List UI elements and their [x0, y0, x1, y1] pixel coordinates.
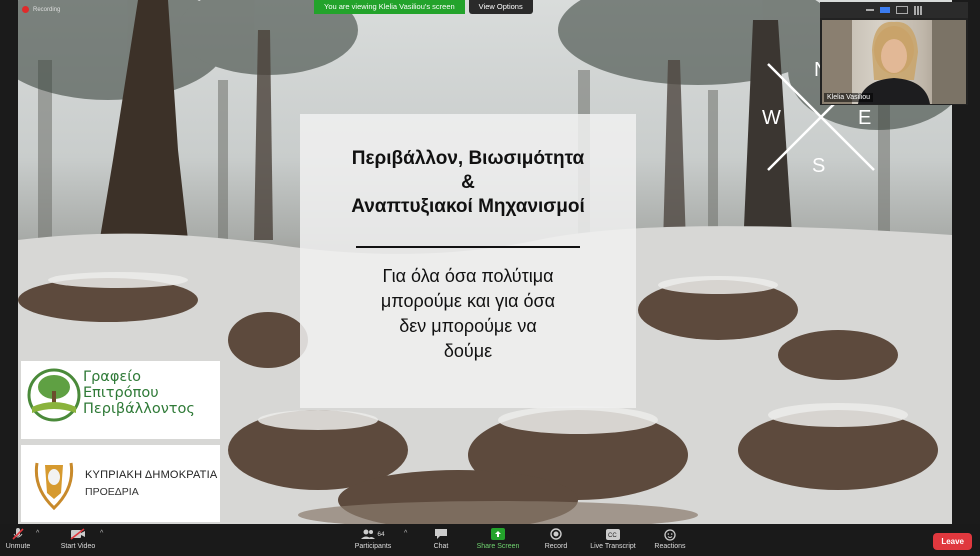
live-transcript-label: Live Transcript	[590, 543, 636, 550]
record-button[interactable]: Record	[526, 527, 586, 550]
gallery-view-icon[interactable]	[913, 5, 923, 15]
divider	[356, 246, 580, 248]
logo1-line: Περιβάλλοντος	[83, 401, 195, 417]
leave-button[interactable]: Leave	[933, 533, 972, 550]
video-thumbnail-controls	[820, 2, 968, 18]
video-options-chevron-icon[interactable]: ^	[100, 530, 103, 537]
environment-commissioner-logo: Γραφείο Επιτρόπου Περιβάλλοντος	[21, 361, 220, 439]
slide-title-line: &	[461, 172, 475, 193]
viewing-screen-message: You are viewing Klelia Vasiliou's screen	[314, 0, 465, 14]
recording-indicator: Recording	[22, 6, 60, 13]
camera-feed	[822, 20, 966, 104]
slide-title-line: Περιβάλλον, Βιωσιμότητα	[351, 148, 585, 169]
slide-title: Περιβάλλον, Βιωσιμότητα & Αναπτυξιακοί Μ…	[300, 147, 636, 219]
cyprus-presidency-logo: ΚΥΠΡΙΑΚΗ ΔΗΜΟΚΡΑΤΙΑ ΠΡΟΕΔΡΙΑ	[21, 445, 220, 522]
logo1-line: Γραφείο	[83, 369, 142, 385]
screen-share-banner: You are viewing Klelia Vasiliou's screen…	[314, 0, 533, 14]
muted-microphone-icon	[10, 527, 26, 541]
tree-emblem-icon	[27, 368, 81, 422]
view-options-button[interactable]: View Options	[468, 0, 533, 14]
participant-video-thumbnail[interactable]: Klelia Vasiliou	[820, 2, 968, 105]
participants-options-chevron-icon[interactable]: ^	[404, 530, 407, 537]
participants-button[interactable]: 64 Participants	[343, 527, 403, 550]
start-video-label: Start Video	[60, 543, 96, 550]
share-screen-button[interactable]: Share Screen	[468, 527, 528, 550]
minimize-icon[interactable]	[865, 9, 874, 11]
logo2-line1: ΚΥΠΡΙΑΚΗ ΔΗΜΟΚΡΑΤΙΑ	[85, 469, 218, 481]
share-screen-label: Share Screen	[476, 543, 520, 550]
cyprus-coat-of-arms-icon	[34, 462, 74, 511]
reactions-button[interactable]: Reactions	[640, 527, 700, 550]
unmute-button[interactable]: Unmute	[0, 527, 48, 550]
recording-label: Recording	[33, 6, 61, 13]
speaker-view-icon[interactable]	[879, 7, 890, 13]
participants-label: Participants	[354, 543, 392, 550]
slide-text-card: Περιβάλλον, Βιωσιμότητα & Αναπτυξιακοί Μ…	[300, 114, 636, 408]
slide-subtitle: Για όλα όσα πολύτιμα μπορούμε και για όσ…	[300, 264, 636, 364]
record-dot-icon	[22, 6, 29, 13]
participants-icon: 64	[356, 527, 390, 541]
svg-text:CC: CC	[608, 533, 617, 539]
strip-view-icon[interactable]	[895, 6, 908, 14]
closed-caption-icon: CC	[605, 527, 621, 541]
participant-name-label: Klelia Vasiliou	[824, 93, 874, 102]
compass-s: S	[812, 155, 825, 176]
unmute-label: Unmute	[5, 543, 31, 550]
compass-w: W	[762, 107, 781, 129]
chat-label: Chat	[433, 543, 449, 550]
chat-button[interactable]: Chat	[411, 527, 471, 550]
meeting-controls-toolbar: Unmute ^ Start Video ^ 64 Participants ^…	[0, 524, 980, 556]
record-icon	[548, 527, 564, 541]
logo1-line: Επιτρόπου	[83, 385, 159, 401]
chat-icon	[433, 527, 449, 541]
slide-subtitle-line: Για όλα όσα πολύτιμα	[382, 266, 554, 286]
zoom-meeting-window: Recording You are viewing Klelia Vasilio…	[0, 0, 980, 556]
reactions-label: Reactions	[654, 543, 686, 550]
record-label: Record	[544, 543, 568, 550]
start-video-button[interactable]: Start Video	[48, 527, 108, 550]
participants-count: 64	[377, 530, 385, 538]
smiley-plus-icon	[662, 527, 678, 541]
logo2-line2: ΠΡΟΕΔΡΙΑ	[85, 486, 139, 498]
video-off-icon	[70, 527, 86, 541]
slide-subtitle-line: δεν μπορούμε να	[399, 316, 537, 336]
compass-e: E	[858, 107, 871, 129]
logo1-text: Γραφείο Επιτρόπου Περιβάλλοντος	[83, 369, 195, 417]
left-margin	[0, 0, 18, 524]
share-screen-icon	[490, 527, 506, 541]
slide-title-line: Αναπτυξιακοί Μηχανισμοί	[351, 196, 585, 217]
person-silhouette-icon	[822, 20, 966, 104]
audio-options-chevron-icon[interactable]: ^	[36, 530, 39, 537]
slide-subtitle-line: δούμε	[443, 341, 493, 361]
live-transcript-button[interactable]: CC Live Transcript	[583, 527, 643, 550]
slide-subtitle-line: μπορούμε και για όσα	[380, 291, 556, 311]
